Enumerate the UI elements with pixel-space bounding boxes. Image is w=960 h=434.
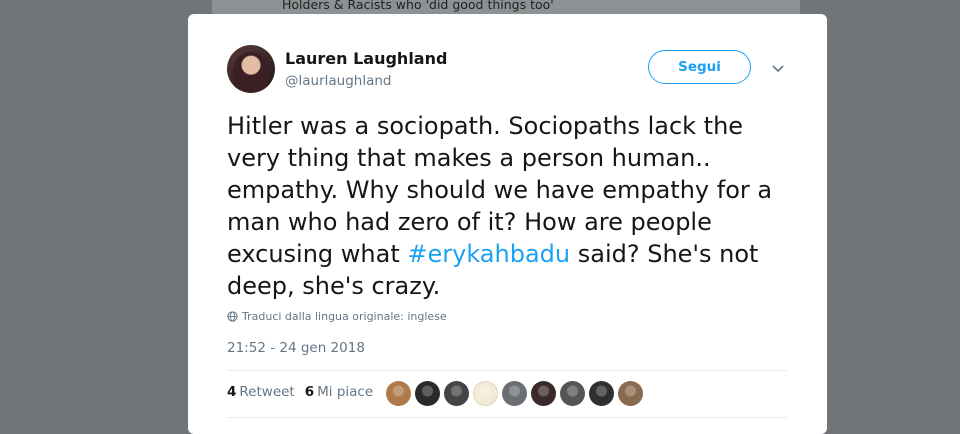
follow-button[interactable]: Segui	[648, 50, 751, 84]
liker-avatar[interactable]	[618, 381, 643, 406]
like-count: 6	[304, 384, 315, 400]
liker-avatar[interactable]	[531, 381, 556, 406]
liker-avatar[interactable]	[415, 381, 440, 406]
liker-avatar[interactable]	[473, 381, 498, 406]
retweet-stat[interactable]: 4 Retweet	[227, 384, 295, 400]
tweet-modal: Lauren Laughland @laurlaughland Segui Hi…	[188, 14, 827, 434]
tweet-stats: 4 Retweet 6 Mi piace	[227, 384, 373, 400]
tweet-timestamp[interactable]: 21:52 - 24 gen 2018	[227, 340, 365, 356]
liker-avatar[interactable]	[589, 381, 614, 406]
globe-icon	[227, 311, 238, 322]
like-stat[interactable]: 6 Mi piace	[305, 384, 373, 400]
background-timeline: Holders & Racists who 'did good things t…	[212, 0, 800, 15]
author-name[interactable]: Lauren Laughland	[285, 49, 447, 68]
chevron-down-icon[interactable]	[771, 64, 785, 74]
avatar[interactable]	[227, 45, 275, 93]
background-tweet-text: Holders & Racists who 'did good things t…	[282, 0, 554, 12]
divider	[227, 417, 787, 418]
liker-avatar[interactable]	[560, 381, 585, 406]
liker-avatar[interactable]	[444, 381, 469, 406]
liker-avatars	[386, 381, 643, 406]
retweet-label: Retweet	[239, 384, 295, 400]
translate-link[interactable]: Traduci dalla lingua originale: inglese	[227, 310, 447, 323]
translate-label: Traduci dalla lingua originale: inglese	[242, 310, 447, 323]
tweet-text: Hitler was a sociopath. Sociopaths lack …	[227, 110, 797, 302]
liker-avatar[interactable]	[386, 381, 411, 406]
liker-avatar[interactable]	[502, 381, 527, 406]
retweet-count: 4	[227, 384, 237, 400]
author-handle[interactable]: @laurlaughland	[285, 73, 391, 89]
hashtag-link[interactable]: #erykahbadu	[407, 240, 570, 268]
like-label: Mi piace	[317, 384, 374, 400]
divider	[227, 370, 787, 371]
